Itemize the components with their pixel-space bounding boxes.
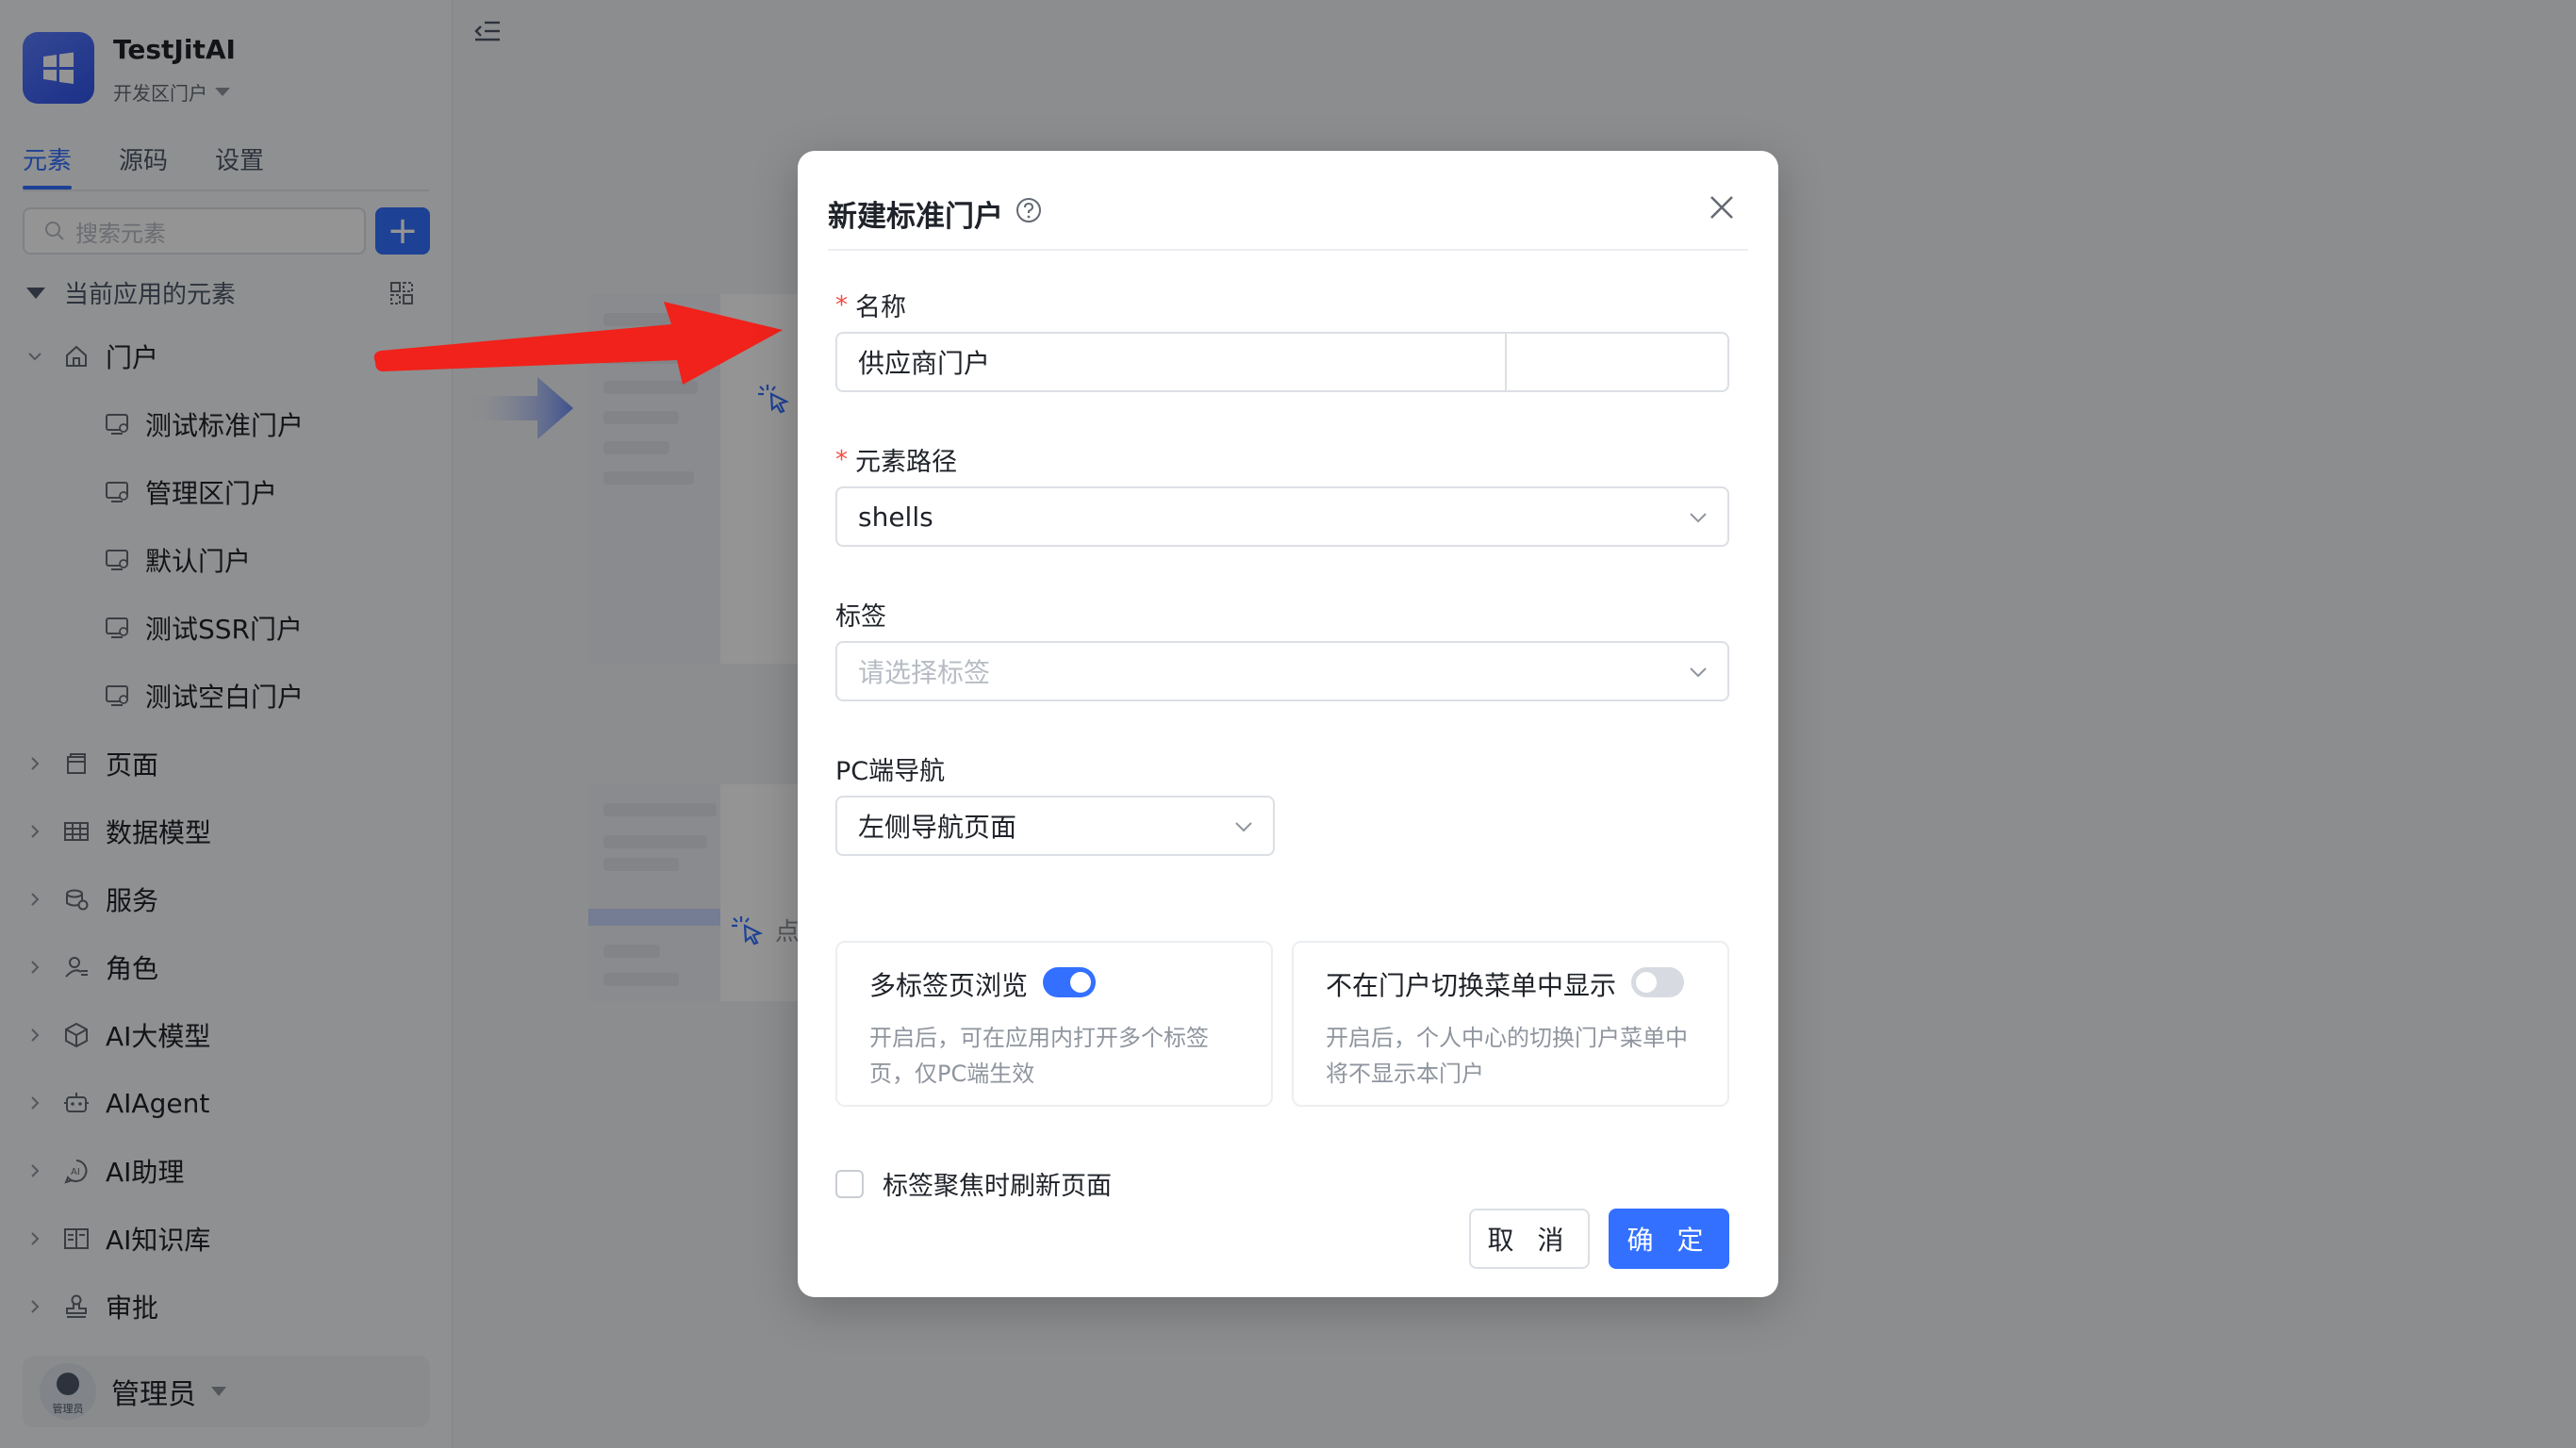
toggle-knob [1636,972,1657,993]
dialog-title: 新建标准门户 [828,200,1003,234]
pc-nav-label-text: PC端导航 [835,757,946,786]
refresh-on-focus-checkbox[interactable] [835,1169,864,1198]
multi-tab-description: 开启后，可在应用内打开多个标签页，仅PC端生效 [869,1025,1209,1087]
annotation-arrow-icon [373,302,783,385]
required-mark: * [835,445,848,474]
multi-tab-setting-card: 多标签页浏览 开启后，可在应用内打开多个标签页，仅PC端生效 [835,941,1273,1107]
close-icon[interactable] [1705,190,1739,224]
tags-field-label: 标签 [835,596,886,633]
pc-nav-select[interactable]: 左侧导航页面 [835,796,1275,856]
tags-select[interactable]: 请选择标签 [835,641,1729,701]
path-field-label: * 元素路径 [835,441,957,478]
multi-tab-toggle[interactable] [1043,967,1096,997]
hide-switch-title: 不在门户切换菜单中显示 [1326,970,1617,1001]
path-select[interactable]: shells [835,486,1729,547]
pc-nav-select-value: 左侧导航页面 [858,812,1017,843]
path-label-text: 元素路径 [855,448,957,477]
hide-switch-description: 开启后，个人中心的切换门户菜单中将不显示本门户 [1326,1025,1688,1087]
name-input-value: 供应商门户 [858,348,991,379]
name-label-text: 名称 [855,293,906,322]
new-portal-dialog: 新建标准门户 * 名称 供应商门户 * 元素路径 shells 标签 请选择标签… [798,151,1778,1297]
name-field-label: * 名称 [835,287,906,323]
name-input-divider [1505,334,1507,390]
refresh-on-focus-option[interactable]: 标签聚焦时刷新页面 [835,1165,1112,1202]
multi-tab-title: 多标签页浏览 [869,970,1029,1001]
required-mark: * [835,290,848,320]
cancel-button[interactable]: 取 消 [1469,1209,1590,1269]
hide-in-switch-menu-card: 不在门户切换菜单中显示 开启后，个人中心的切换门户菜单中将不显示本门户 [1292,941,1729,1107]
refresh-on-focus-label: 标签聚焦时刷新页面 [883,1172,1112,1201]
tags-select-placeholder: 请选择标签 [858,657,991,688]
tags-label-text: 标签 [835,602,886,632]
pc-nav-field-label: PC端导航 [835,750,945,787]
chevron-down-icon [1235,822,1252,832]
chevron-down-icon [1690,667,1707,678]
chevron-down-icon [1690,513,1707,523]
path-select-value: shells [858,501,933,533]
confirm-button[interactable]: 确 定 [1609,1209,1729,1269]
dialog-header: 新建标准门户 [828,177,1748,251]
name-input[interactable]: 供应商门户 [835,332,1729,392]
help-icon[interactable] [1015,196,1043,224]
hide-switch-toggle[interactable] [1631,967,1684,997]
toggle-knob [1070,972,1091,993]
